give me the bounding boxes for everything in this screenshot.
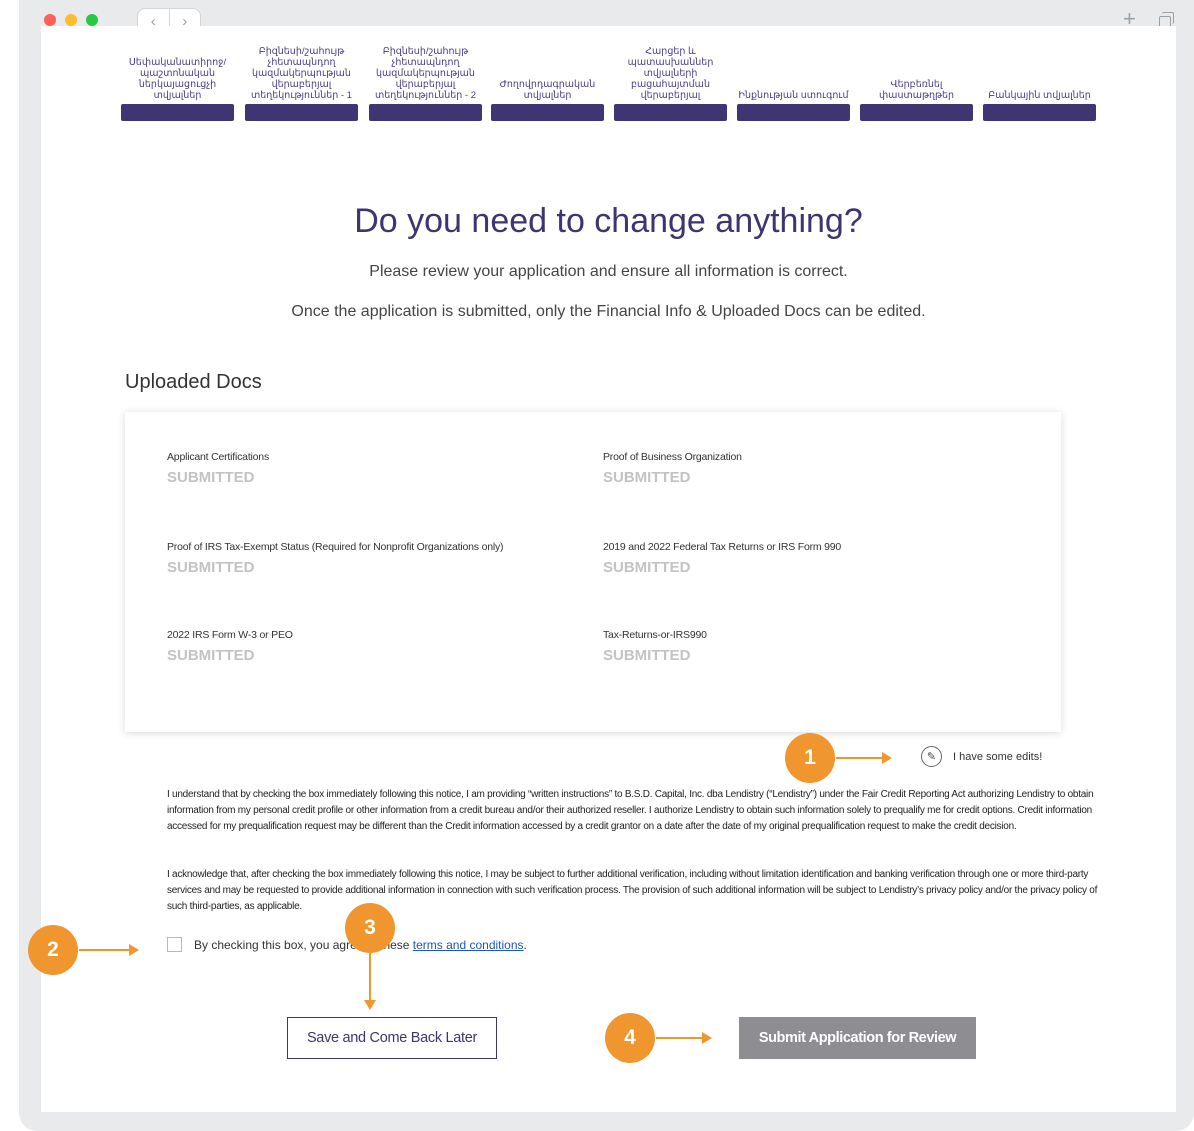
step-label: Բանկային տվյալներ [988,90,1091,101]
doc-status: SUBMITTED [167,469,255,486]
edit-link-label[interactable]: I have some edits! [953,751,1042,763]
terms-end: . [523,937,527,952]
doc-name: Tax-Returns-or-IRS990 [603,629,707,641]
step-identity-verification[interactable]: Ինքնության ստուգում [737,26,850,121]
uploaded-docs-card: Applicant Certifications SUBMITTED Proof… [125,412,1061,732]
maximize-window-icon[interactable] [86,14,98,26]
step-bar [614,104,727,121]
terms-checkbox[interactable] [167,937,182,952]
doc-status: SUBMITTED [603,559,691,576]
uploaded-docs-title: Uploaded Docs [125,371,262,393]
step-label: Վերբեռնել փաստաթղթեր [878,79,955,101]
doc-item: Applicant Certifications SUBMITTED [167,451,587,486]
review-instructions: Please review your application and ensur… [369,263,848,280]
step-upload-documents[interactable]: Վերբեռնել փաստաթղթեր [860,26,973,121]
step-bank-info[interactable]: Բանկային տվյալներ [983,26,1096,121]
doc-name: Applicant Certifications [167,451,269,463]
doc-name: Proof of IRS Tax-Exempt Status (Required… [167,541,504,553]
credit-authorization-notice: I understand that by checking the box im… [167,789,1094,832]
save-later-button[interactable]: Save and Come Back Later [287,1017,497,1059]
browser-window: ‹ › + Սեփականատիրոջ/պաշտոնական ներկայացո… [19,0,1194,1131]
doc-name: 2019 and 2022 Federal Tax Returns or IRS… [603,541,842,553]
step-label: Սեփականատիրոջ/պաշտոնական ներկայացուցչի տ… [128,57,227,101]
step-disclosure-qa[interactable]: Հարցեր և պատասխաններ տվյալների բացահայտմ… [614,26,727,121]
annotation-arrow-2 [79,944,139,956]
step-bar [860,104,973,121]
terms-link[interactable]: terms and conditions [413,938,524,952]
submit-application-button[interactable]: Submit Application for Review [739,1017,976,1059]
annotation-arrow-3 [364,953,376,1010]
page-title: Do you need to change anything? [354,202,863,240]
doc-item: 2022 IRS Form W-3 or PEO SUBMITTED [167,629,587,664]
step-bar [369,104,482,121]
annotation-arrow-1 [836,752,892,764]
step-label: Ժողովրդագրական տվյալներ [499,79,596,101]
step-demographics[interactable]: Ժողովրդագրական տվյալներ [491,26,604,121]
annotation-badge-3: 3 [345,903,395,953]
verification-notice: I acknowledge that, after checking the b… [167,869,1098,912]
edit-restriction-note: Once the application is submitted, only … [291,303,926,320]
doc-item: 2019 and 2022 Federal Tax Returns or IRS… [603,541,1023,576]
doc-name: 2022 IRS Form W-3 or PEO [167,629,293,641]
doc-status: SUBMITTED [603,647,691,664]
doc-status: SUBMITTED [167,647,255,664]
step-label: Բիզնեսի/շահույթ չհետապնդող կազմակերպությ… [250,46,353,101]
annotation-badge-1: 1 [785,733,835,783]
step-business-info-2[interactable]: Բիզնեսի/շահույթ չհետապնդող կազմակերպությ… [369,26,482,121]
doc-status: SUBMITTED [167,559,255,576]
step-business-info-1[interactable]: Բիզնեսի/շահույթ չհետապնդող կազմակերպությ… [245,26,358,121]
pencil-icon[interactable]: ✎ [921,746,942,767]
doc-name: Proof of Business Organization [603,451,742,463]
annotation-badge-2: 2 [28,925,78,975]
step-bar [245,104,358,121]
step-owner-info[interactable]: Սեփականատիրոջ/պաշտոնական ներկայացուցչի տ… [121,26,234,121]
doc-status: SUBMITTED [603,469,691,486]
edit-link[interactable]: ✎ I have some edits! [921,746,1042,767]
page-content: Սեփականատիրոջ/պաշտոնական ներկայացուցչի տ… [41,26,1176,1112]
minimize-window-icon[interactable] [65,14,77,26]
annotation-badge-4: 4 [605,1013,655,1063]
doc-item: Proof of Business Organization SUBMITTED [603,451,1023,486]
step-bar [983,104,1096,121]
progress-steps: Սեփականատիրոջ/պաշտոնական ներկայացուցչի տ… [121,26,1101,121]
annotation-arrow-4 [656,1032,712,1044]
step-bar [737,104,850,121]
close-window-icon[interactable] [44,14,56,26]
doc-item: Tax-Returns-or-IRS990 SUBMITTED [603,629,1023,664]
step-bar [121,104,234,121]
step-label: Հարցեր և պատասխաններ տվյալների բացահայտմ… [627,46,714,101]
step-label: Բիզնեսի/շահույթ չհետապնդող կազմակերպությ… [374,46,477,101]
step-bar [491,104,604,121]
step-label: Ինքնության ստուգում [738,90,849,101]
doc-item: Proof of IRS Tax-Exempt Status (Required… [167,541,587,576]
